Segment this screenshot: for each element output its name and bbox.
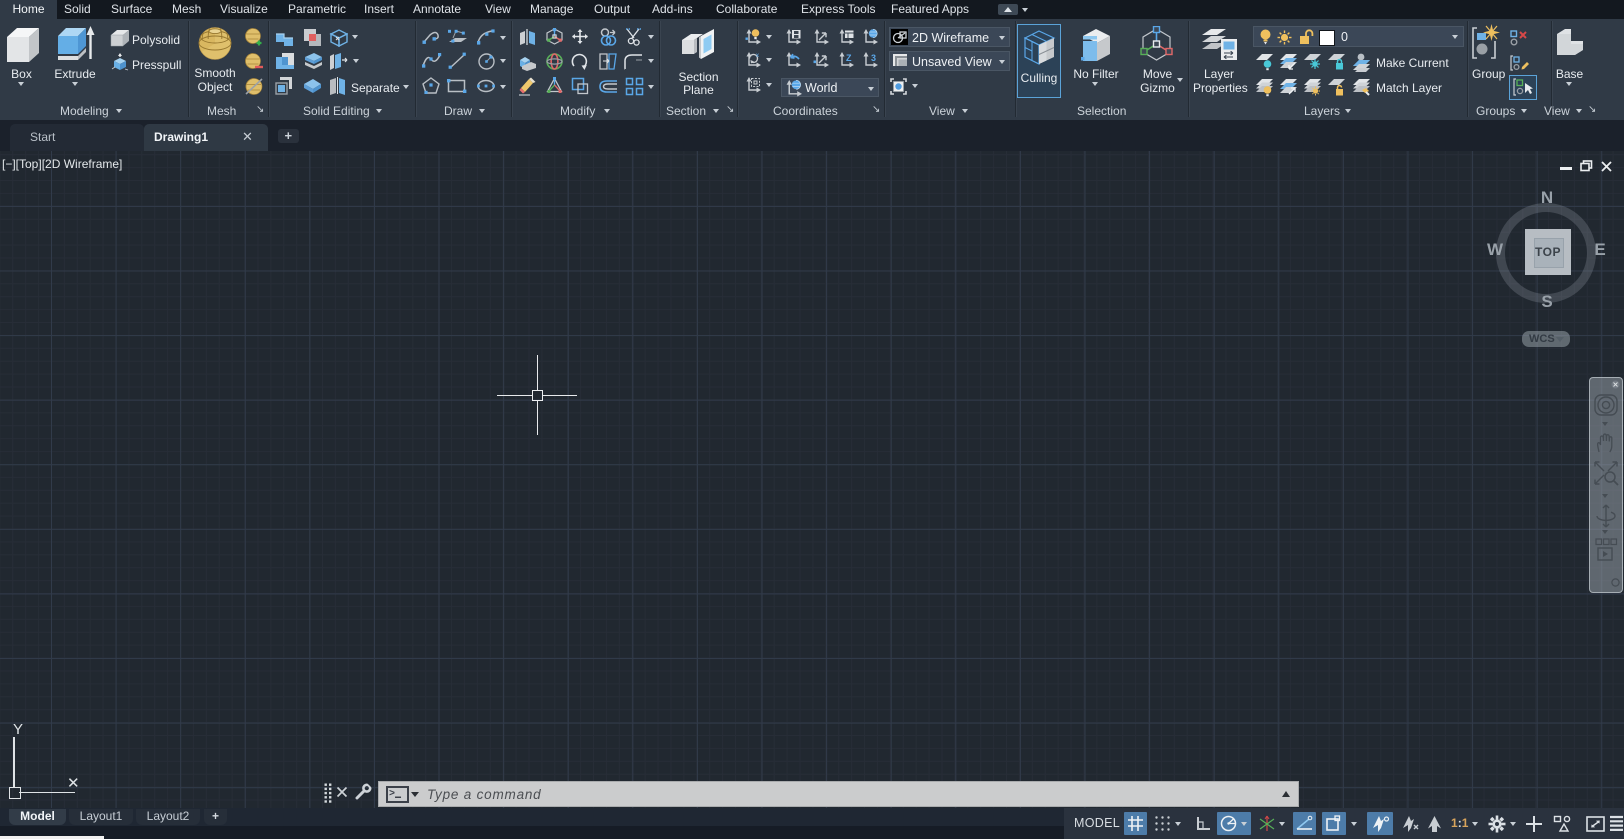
svg-text:Z: Z [846,53,852,63]
svg-text:x: x [756,53,759,59]
svg-text:3: 3 [871,53,876,63]
